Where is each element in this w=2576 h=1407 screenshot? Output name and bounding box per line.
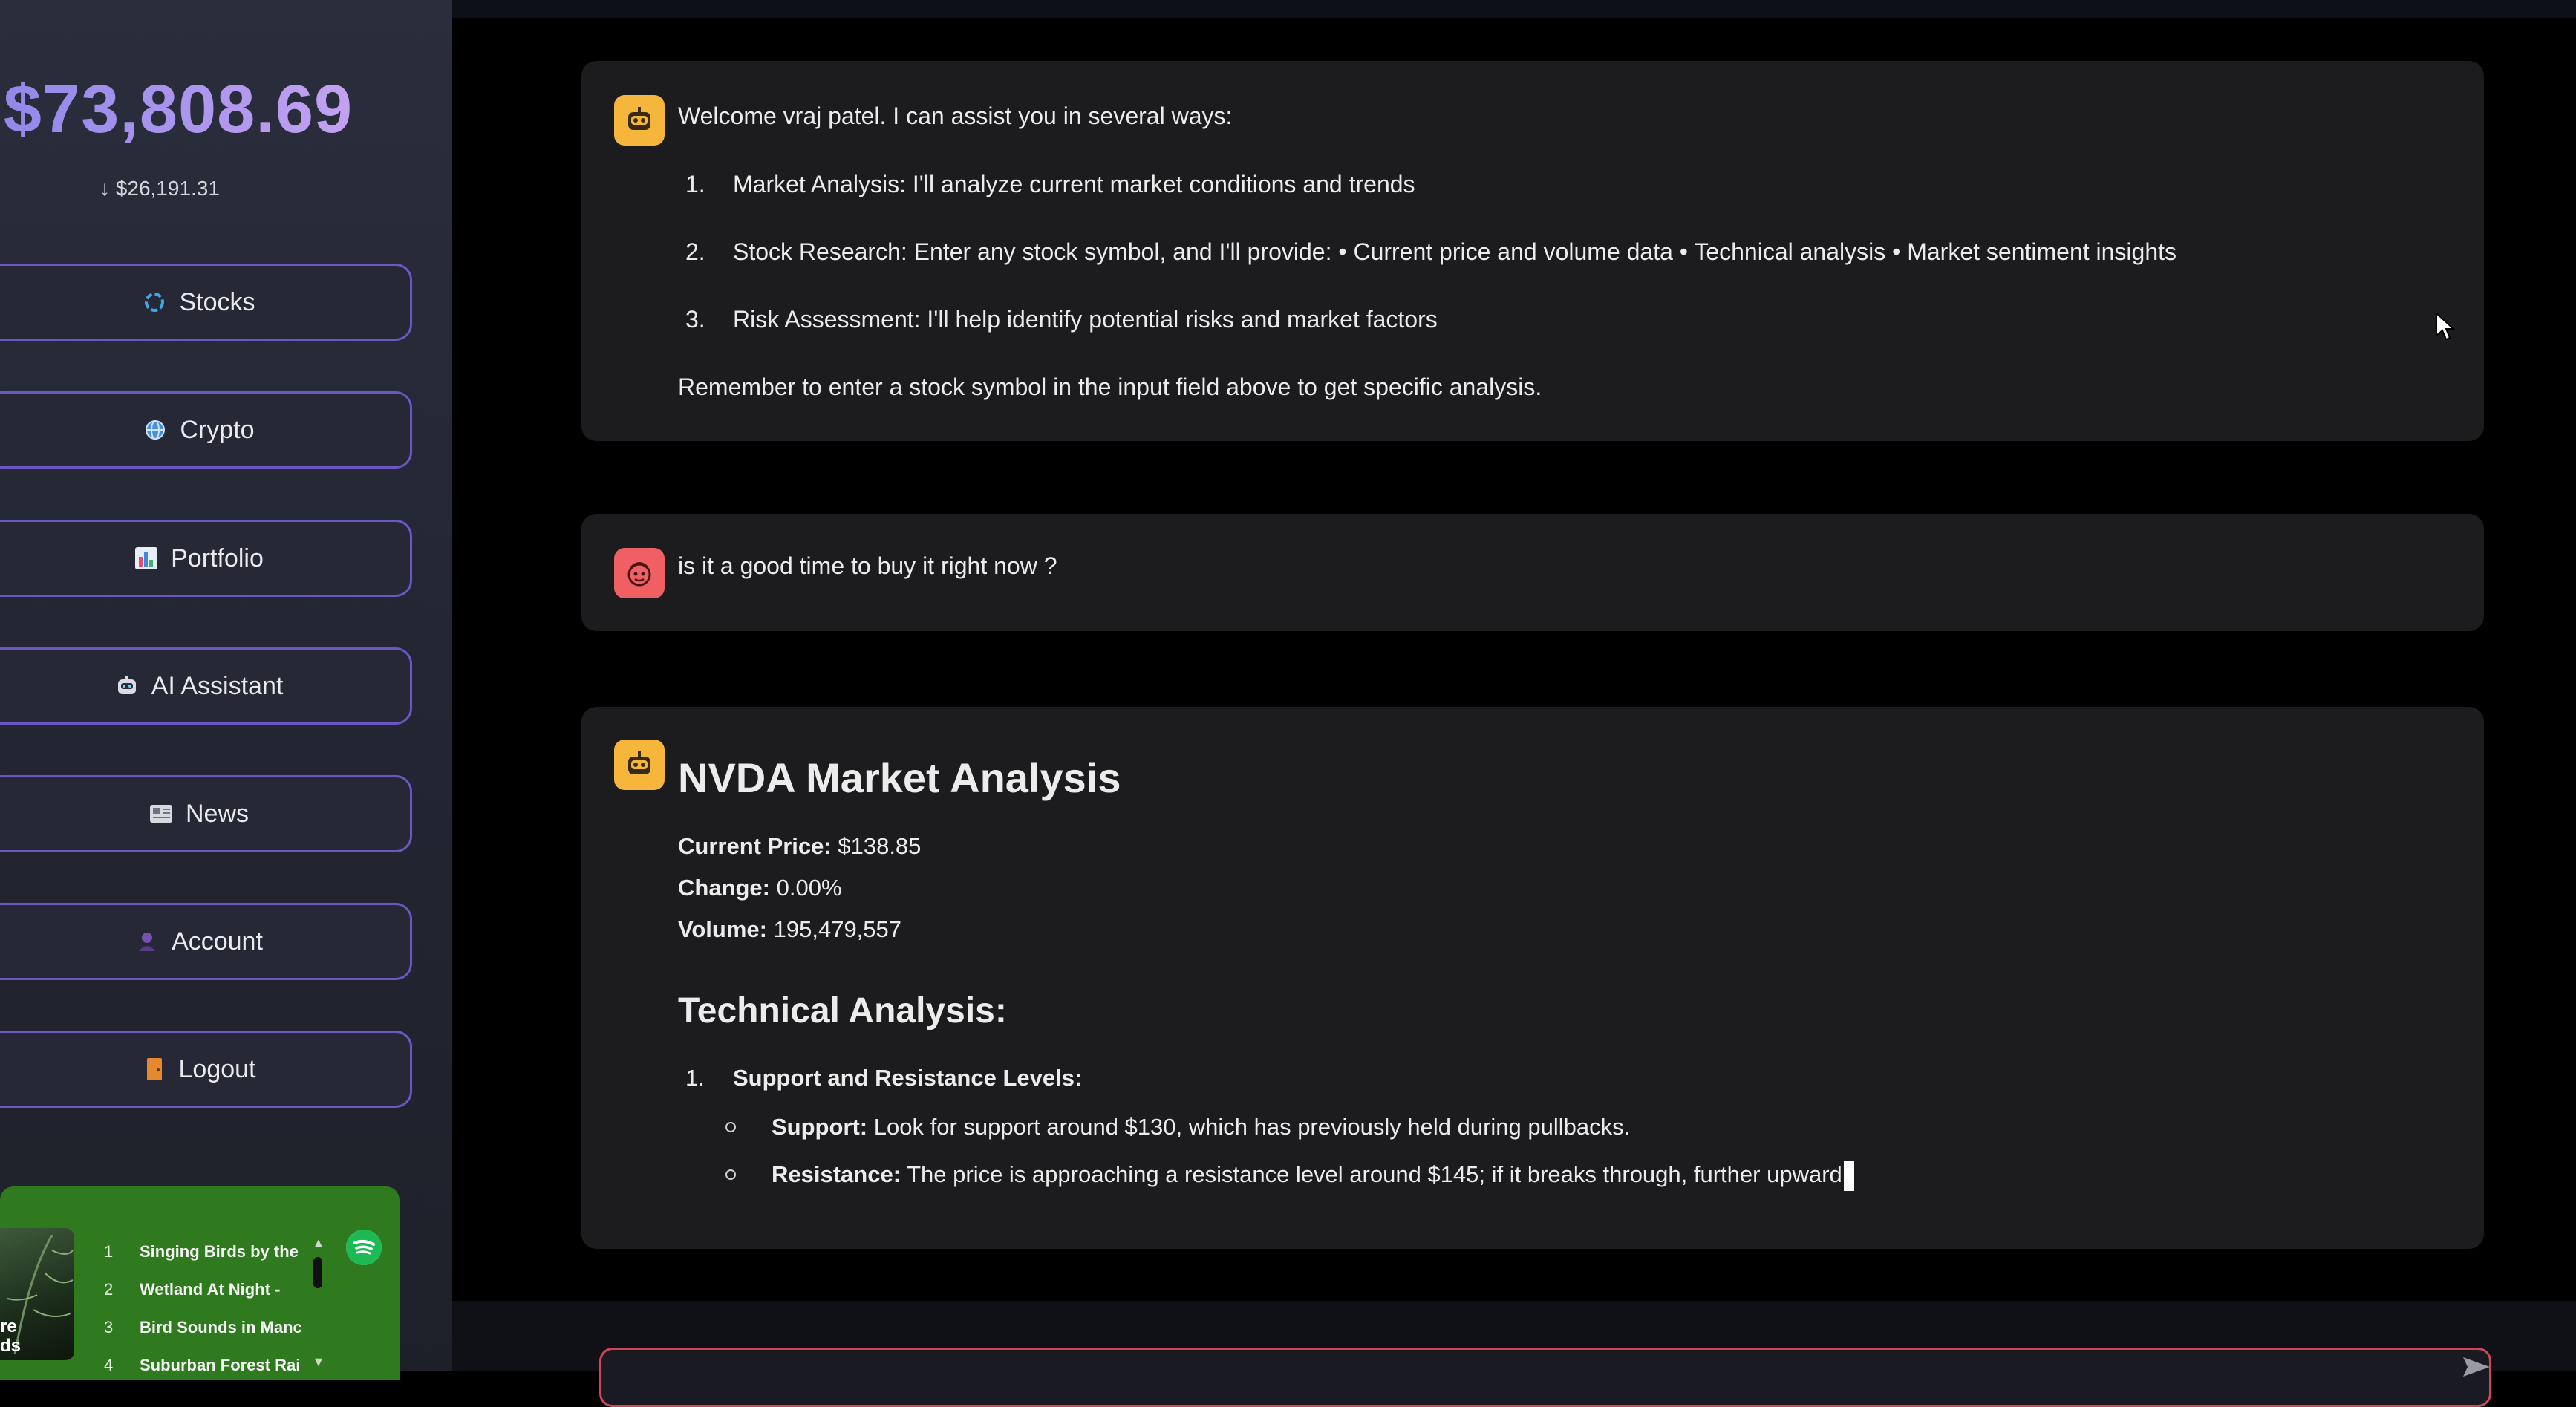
support-bullet: Support: Look for support around $130, w… [725, 1103, 2445, 1151]
welcome-outro: Remember to enter a stock symbol in the … [678, 373, 1542, 400]
nav-logout-button[interactable]: Logout [0, 1031, 412, 1108]
scroll-down-icon[interactable]: ▼ [312, 1354, 325, 1370]
typing-cursor [1843, 1160, 1854, 1191]
nav-logout-label: Logout [178, 1054, 256, 1083]
bot-avatar-icon [614, 95, 665, 146]
mouse-cursor-icon [2436, 312, 2456, 341]
nav-stocks-button[interactable]: Stocks [0, 264, 412, 341]
resistance-bullet: Resistance: The price is approaching a r… [725, 1151, 2445, 1198]
nav-stocks-label: Stocks [179, 287, 255, 316]
door-icon [142, 1057, 167, 1082]
playlist-cover[interactable]: re ds [0, 1228, 74, 1360]
send-icon[interactable] [2462, 1356, 2491, 1378]
top-strip [452, 0, 2576, 18]
nav-news-label: News [185, 799, 250, 828]
welcome-intro: Welcome vraj patel. I can assist you in … [678, 102, 1233, 129]
playlist-cover-text: re ds [0, 1316, 22, 1356]
nav-ai-assistant-label: AI Assistant [151, 671, 284, 700]
nav-account-label: Account [172, 927, 263, 956]
technical-analysis-heading: Technical Analysis: [678, 991, 1007, 1031]
list-item: 2. Stock Research: Enter any stock symbol… [685, 238, 2177, 265]
user-avatar-icon [614, 548, 665, 598]
sidebar: $73,808.69 ↓ $26,191.31 Stocks Crypto Po… [0, 0, 452, 1380]
user-message-text: is it a good time to buy it right now ? [678, 552, 1057, 579]
bullet-circle-icon [725, 1122, 736, 1132]
spotify-track[interactable]: 2 Wetland At Night - [104, 1270, 302, 1308]
scroll-up-icon[interactable]: ▲ [312, 1235, 325, 1251]
assistant-message: Welcome vraj patel. I can assist you in … [581, 61, 2484, 441]
price-change: Change: 0.00% [678, 875, 842, 901]
list-item: 3. Risk Assessment: I'll help identify po… [685, 306, 1438, 333]
list-item: 1. Support and Resistance Levels: [685, 1065, 1083, 1091]
nav-crypto-button[interactable]: Crypto [0, 391, 412, 469]
robot-icon [114, 673, 140, 699]
balance-change: ↓ $26,191.31 [100, 177, 220, 200]
chat-area: Welcome vraj patel. I can assist you in … [452, 0, 2576, 1407]
spotify-track[interactable]: 1 Singing Birds by the [104, 1233, 302, 1270]
assistant-message: NVDA Market Analysis Current Price: $138… [581, 707, 2484, 1249]
person-icon [134, 929, 160, 954]
bot-avatar-icon [614, 740, 665, 790]
nav-news-button[interactable]: News [0, 775, 412, 852]
chat-input[interactable] [599, 1348, 2491, 1407]
portfolio-balance: $73,808.69 [0, 71, 386, 148]
current-price: Current Price: $138.85 [678, 833, 922, 859]
bar-chart-icon [134, 546, 159, 571]
spotify-track[interactable]: 3 Bird Sounds in Manc [104, 1308, 302, 1346]
newspaper-icon [149, 801, 174, 826]
nav-crypto-label: Crypto [180, 415, 255, 444]
nav-account-button[interactable]: Account [0, 903, 412, 980]
globe-icon [143, 417, 168, 443]
list-item: 1. Market Analysis: I'll analyze current … [685, 171, 1415, 197]
spotify-logo-icon[interactable] [346, 1230, 382, 1265]
spotify-widget[interactable]: re ds 1 Singing Birds by the 2 Wetland At N… [0, 1186, 400, 1380]
spotify-track[interactable]: 4 Suburban Forest Rai [104, 1346, 302, 1384]
bullet-circle-icon [725, 1169, 736, 1180]
user-message: is it a good time to buy it right now ? [581, 514, 2484, 631]
loading-ring-icon [142, 290, 167, 315]
nav-portfolio-label: Portfolio [171, 543, 264, 572]
nav-portfolio-button[interactable]: Portfolio [0, 520, 412, 597]
analysis-title: NVDA Market Analysis [678, 754, 1121, 801]
scrollbar-thumb[interactable] [313, 1257, 322, 1288]
nav-ai-assistant-button[interactable]: AI Assistant [0, 647, 412, 725]
volume: Volume: 195,479,557 [678, 916, 902, 942]
